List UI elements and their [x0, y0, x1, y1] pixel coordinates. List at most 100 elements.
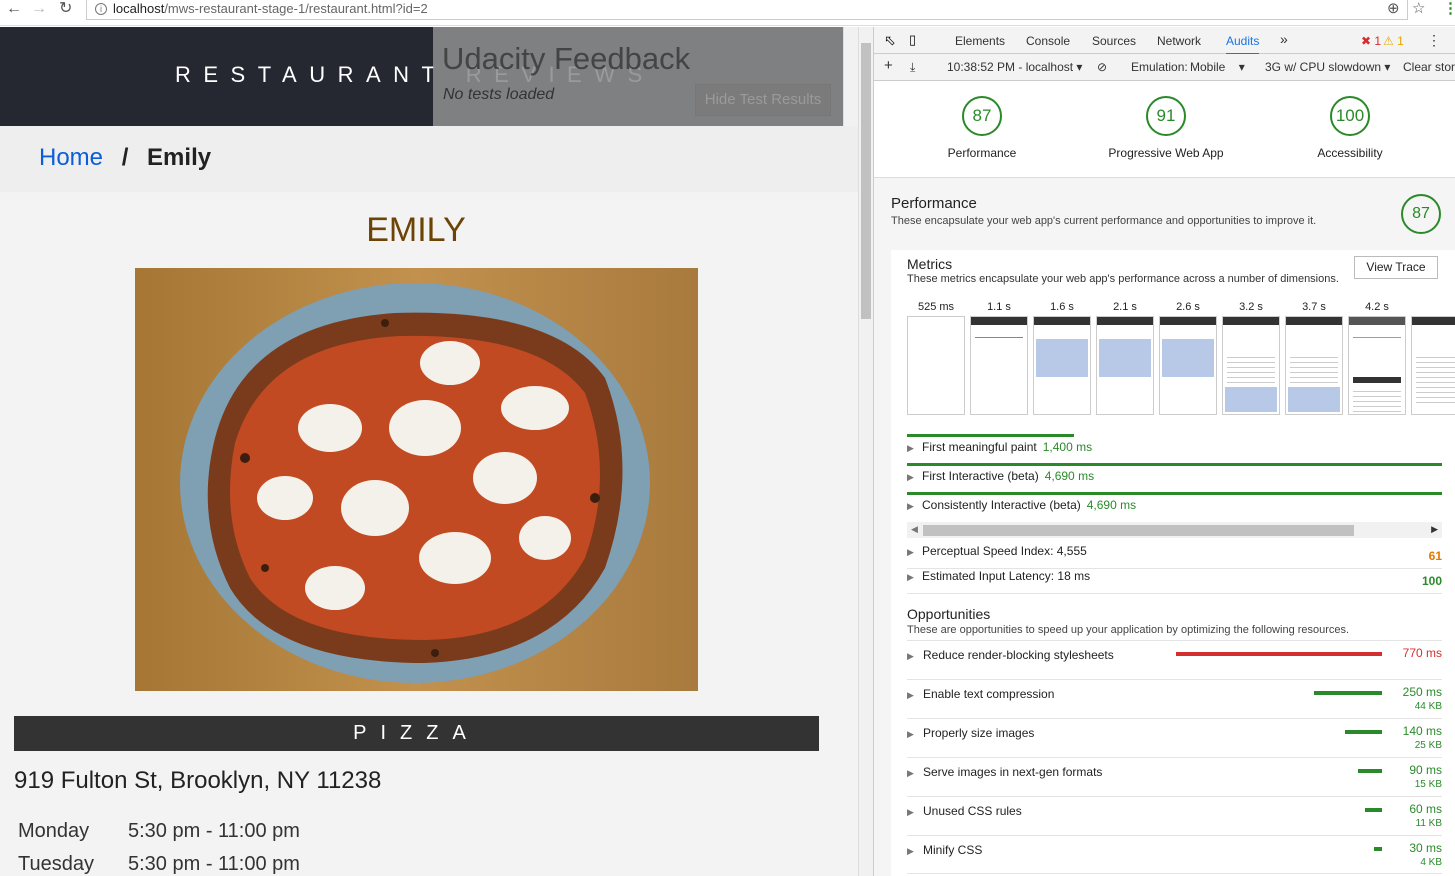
- url-host: localhost: [113, 1, 165, 16]
- page-scrollbar[interactable]: [858, 27, 873, 876]
- breadcrumb-home-link[interactable]: Home: [39, 144, 103, 171]
- bookmark-star-icon[interactable]: ☆: [1412, 0, 1425, 18]
- hide-test-results-button[interactable]: Hide Test Results: [695, 84, 831, 116]
- frame-time: 2.1 s: [1113, 301, 1137, 313]
- scroll-right-icon[interactable]: ▶: [1431, 524, 1438, 535]
- warning-count[interactable]: ⚠ 1: [1383, 34, 1404, 48]
- add-audit-icon[interactable]: +: [884, 57, 893, 74]
- score-pwa[interactable]: 91 Progressive Web App: [1086, 96, 1246, 160]
- scored-metric-row[interactable]: ▶ Estimated Input Latency: 18 ms 100: [907, 569, 1442, 594]
- tab-network[interactable]: Network: [1157, 34, 1201, 48]
- opportunities-description: These are opportunities to speed up your…: [907, 624, 1350, 636]
- opportunity-label: Reduce render-blocking stylesheets: [923, 648, 1114, 662]
- horizontal-scrollbar-thumb[interactable]: [923, 525, 1354, 536]
- page-viewport: RESTAURANT REVIEWS Udacity Feedback No t…: [0, 27, 858, 876]
- metric-row[interactable]: ▶ First meaningful paint 1,400 ms: [907, 440, 1442, 465]
- frame-thumbnail: [1285, 316, 1343, 415]
- frame-thumbnail: [1222, 316, 1280, 415]
- metric-value: 4,690 ms: [1086, 498, 1137, 512]
- clear-storage-checkbox[interactable]: Clear storage: [1403, 60, 1455, 74]
- info-icon[interactable]: i: [95, 3, 107, 15]
- metrics-title: Metrics: [907, 256, 953, 272]
- frame-time: 3.2 s: [1239, 301, 1263, 313]
- devtools-tabbar: ⬁ ▯ Elements Console Sources Network Aud…: [874, 27, 1455, 55]
- metric-name: First Interactive (beta): [922, 469, 1039, 483]
- scroll-left-icon[interactable]: ◀: [911, 524, 918, 535]
- opportunity-ms: 30 ms: [1409, 841, 1442, 855]
- tab-elements[interactable]: Elements: [955, 34, 1005, 48]
- opportunity-bar: [1345, 730, 1382, 734]
- inspect-element-icon[interactable]: ⬁: [884, 32, 896, 49]
- filmstrip-frame: 2.6 s: [1159, 298, 1217, 415]
- clear-icon[interactable]: ⊘: [1097, 60, 1107, 74]
- frame-time: 525 ms: [917, 301, 955, 313]
- tab-audits[interactable]: Audits: [1226, 34, 1260, 55]
- device-toolbar-icon[interactable]: ▯: [909, 32, 916, 48]
- performance-section: Performance These encapsulate your web a…: [874, 178, 1455, 876]
- throttle-select[interactable]: 3G w/ CPU slowdown ▾: [1265, 60, 1390, 74]
- more-tabs-icon[interactable]: »: [1280, 31, 1288, 47]
- performance-title: Performance: [891, 195, 977, 212]
- download-report-icon[interactable]: ⤓: [910, 60, 915, 75]
- page-scrollbar-thumb[interactable]: [861, 43, 871, 319]
- opportunity-name: ▶ Serve images in next-gen formats: [907, 765, 1102, 779]
- throttle-value: 3G w/ CPU slowdown: [1265, 60, 1382, 74]
- reload-icon[interactable]: ↻: [59, 0, 72, 20]
- tab-console[interactable]: Console: [1026, 34, 1070, 48]
- metrics-description: These metrics encapsulate your web app's…: [907, 273, 1339, 285]
- opportunities-title: Opportunities: [907, 606, 991, 622]
- score-accessibility[interactable]: 100 Accessibility: [1270, 96, 1430, 160]
- opportunity-name: ▶ Enable text compression: [907, 687, 1054, 701]
- opportunity-row[interactable]: ▶ Reduce render-blocking stylesheets 770 …: [907, 640, 1442, 679]
- score-label: Performance: [947, 146, 1017, 160]
- scored-metric-row[interactable]: ▶ Perceptual Speed Index: 4,555 61: [907, 544, 1442, 569]
- frame-time: 2.6 s: [1176, 301, 1200, 313]
- opportunity-row[interactable]: ▶ Minify CSS 30 ms 4 KB: [907, 835, 1442, 874]
- back-arrow-icon[interactable]: ←: [6, 0, 22, 20]
- emulation-select[interactable]: Mobile ▾: [1190, 60, 1245, 74]
- horizontal-scrollbar[interactable]: ◀ ▶: [907, 522, 1442, 538]
- devtools-menu-icon[interactable]: ⋮: [1427, 32, 1441, 49]
- error-count[interactable]: ✖ 1: [1361, 34, 1381, 48]
- menu-icon[interactable]: ⋮: [1443, 0, 1455, 18]
- forward-arrow-icon[interactable]: →: [31, 0, 47, 20]
- expand-triangle-icon: ▶: [907, 807, 914, 817]
- metric-row[interactable]: ▶ Consistently Interactive (beta) 4,690 ms: [907, 498, 1442, 523]
- metric-score: 61: [1428, 549, 1442, 563]
- opportunity-label: Serve images in next-gen formats: [923, 765, 1103, 779]
- url-path: /mws-restaurant-stage-1/restaurant.html?…: [164, 1, 428, 16]
- view-trace-button[interactable]: View Trace: [1354, 256, 1438, 279]
- report-selector[interactable]: 10:38:52 PM - localhost ▾: [947, 60, 1082, 74]
- expand-triangle-icon: ▶: [907, 768, 914, 778]
- error-count-value: 1: [1374, 34, 1382, 48]
- hours-row: Monday 5:30 pm - 11:00 pm: [18, 820, 300, 843]
- feedback-scrollbar[interactable]: [843, 27, 858, 126]
- opportunity-kb: 25 KB: [1414, 740, 1442, 751]
- restaurant-name: EMILY: [366, 211, 466, 249]
- metric-row[interactable]: ▶ First Interactive (beta) 4,690 ms: [907, 469, 1442, 494]
- filmstrip-frame: 525 ms: [907, 298, 965, 415]
- opportunity-ms: 140 ms: [1402, 724, 1442, 738]
- expand-triangle-icon: ▶: [907, 729, 914, 739]
- metrics-card: Metrics These metrics encapsulate your w…: [891, 250, 1455, 876]
- opportunity-row[interactable]: ▶ Enable text compression 250 ms 44 KB: [907, 679, 1442, 718]
- frame-thumbnail: [907, 316, 965, 415]
- address-bar[interactable]: i localhost/mws-restaurant-stage-1/resta…: [86, 0, 1408, 20]
- opportunity-label: Minify CSS: [923, 843, 983, 857]
- expand-triangle-icon: ▶: [907, 472, 914, 482]
- opportunity-label: Properly size images: [923, 726, 1035, 740]
- opportunity-row[interactable]: ▶ Serve images in next-gen formats 90 ms …: [907, 757, 1442, 796]
- opportunity-row[interactable]: ▶ Unused CSS rules 60 ms 11 KB: [907, 796, 1442, 835]
- zoom-icon[interactable]: ⊕: [1387, 0, 1400, 18]
- expand-triangle-icon: ▶: [907, 651, 914, 661]
- audits-toolbar: + ⤓ 10:38:52 PM - localhost ▾ ⊘ Emulatio…: [874, 54, 1455, 81]
- report-time: 10:38:52 PM - localhost: [947, 60, 1074, 74]
- opportunity-bar: [1358, 769, 1382, 773]
- score-performance[interactable]: 87 Performance: [902, 96, 1062, 160]
- filmstrip-frame: 4: [1411, 298, 1455, 415]
- opportunity-row[interactable]: ▶ Properly size images 140 ms 25 KB: [907, 718, 1442, 757]
- opportunity-kb: 11 KB: [1415, 818, 1443, 829]
- opportunity-name: ▶ Unused CSS rules: [907, 804, 1022, 818]
- tab-sources[interactable]: Sources: [1092, 34, 1136, 48]
- expand-triangle-icon: ▶: [907, 443, 914, 453]
